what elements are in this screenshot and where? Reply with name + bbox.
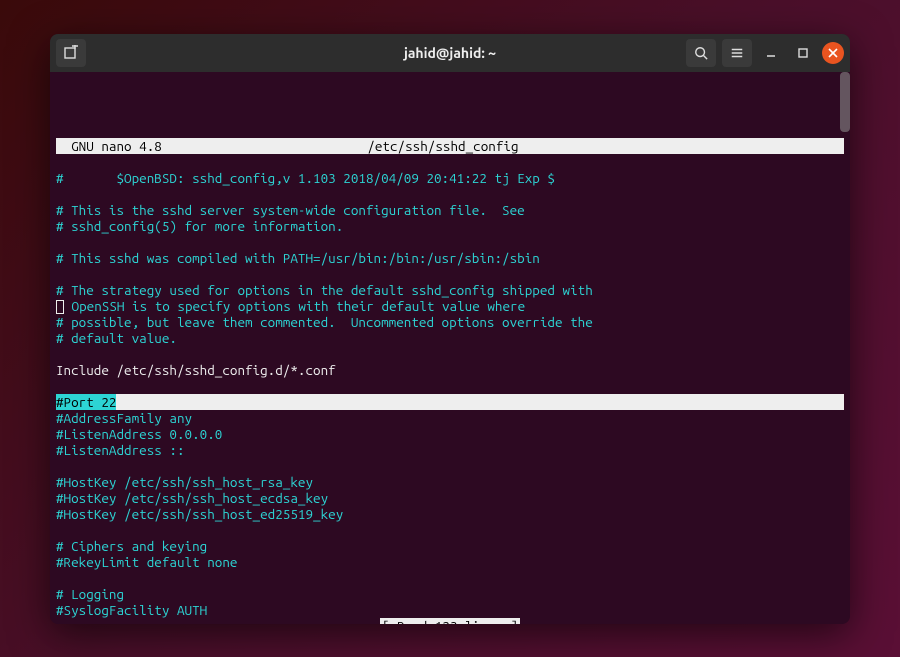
file-line: # default value. xyxy=(56,330,177,346)
search-icon xyxy=(694,46,708,60)
search-button[interactable] xyxy=(686,39,716,67)
file-line: #SyslogFacility AUTH xyxy=(56,602,207,618)
file-line: #HostKey /etc/ssh/ssh_host_ecdsa_key xyxy=(56,490,328,506)
file-line: # possible, but leave them commented. Un… xyxy=(56,314,593,330)
terminal-content[interactable]: GNU nano 4.8/etc/ssh/sshd_config # $Open… xyxy=(50,72,850,624)
file-line: # The strategy used for options in the d… xyxy=(56,282,593,298)
maximize-button[interactable] xyxy=(790,40,816,66)
terminal-window: jahid@jahid: ~ GNU nano 4.8/etc/ssh/sshd… xyxy=(50,34,850,624)
file-line: # sshd_config(5) for more information. xyxy=(56,218,343,234)
new-tab-button[interactable] xyxy=(56,39,86,67)
minimize-icon xyxy=(765,47,777,59)
close-button[interactable] xyxy=(822,42,844,64)
file-line: # This sshd was compiled with PATH=/usr/… xyxy=(56,250,540,266)
file-line: #AddressFamily any xyxy=(56,410,192,426)
hamburger-menu-button[interactable] xyxy=(722,39,752,67)
titlebar: jahid@jahid: ~ xyxy=(50,34,850,72)
file-line: #ListenAddress 0.0.0.0 xyxy=(56,426,222,442)
nano-status-line: [ Read 123 lines ] xyxy=(56,618,844,624)
maximize-icon xyxy=(797,47,809,59)
file-line: #HostKey /etc/ssh/ssh_host_ed25519_key xyxy=(56,506,343,522)
nano-status-text: [ Read 123 lines ] xyxy=(380,618,520,624)
file-line: Include /etc/ssh/sshd_config.d/*.conf xyxy=(56,362,336,378)
file-line: #RekeyLimit default none xyxy=(56,554,237,570)
file-line: # Logging xyxy=(56,586,124,602)
file-line: # $OpenBSD: sshd_config,v 1.103 2018/04/… xyxy=(56,170,555,186)
nano-version: GNU nano 4.8 xyxy=(56,138,162,154)
selected-line: #Port 22 xyxy=(56,394,844,410)
file-line: OpenSSH is to specify options with their… xyxy=(64,298,525,314)
hamburger-icon xyxy=(730,46,744,60)
nano-file-path: /etc/ssh/sshd_config xyxy=(162,138,724,154)
scrollbar[interactable] xyxy=(840,72,850,132)
file-line: # This is the sshd server system-wide co… xyxy=(56,202,525,218)
close-icon xyxy=(828,48,838,58)
new-tab-icon xyxy=(63,45,79,61)
cursor xyxy=(56,300,64,314)
minimize-button[interactable] xyxy=(758,40,784,66)
nano-header: GNU nano 4.8/etc/ssh/sshd_config xyxy=(56,138,844,154)
file-line: # Ciphers and keying xyxy=(56,538,207,554)
file-line: #ListenAddress :: xyxy=(56,442,185,458)
file-line: #HostKey /etc/ssh/ssh_host_rsa_key xyxy=(56,474,313,490)
file-line: #Port 22 xyxy=(56,394,116,410)
